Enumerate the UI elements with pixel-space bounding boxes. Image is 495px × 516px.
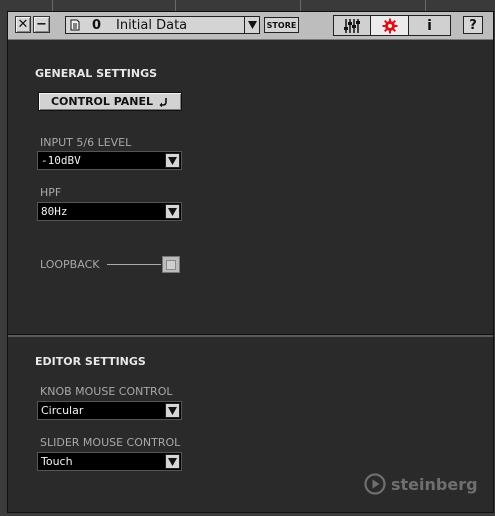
toolbar: ✕ − 0 Initial Data STORE i ? [8, 12, 493, 40]
steinberg-logo-text: steinberg [391, 474, 478, 494]
steinberg-logo: steinberg [364, 473, 478, 495]
info-icon: i [427, 17, 432, 34]
mixer-icon [344, 18, 360, 33]
steinberg-logo-icon [364, 473, 386, 495]
view-tabs: i [333, 15, 451, 36]
chevron-down-icon [247, 21, 257, 29]
tab-settings[interactable] [371, 16, 409, 35]
chevron-down-icon [168, 207, 177, 216]
input-level-value: -10dBV [41, 154, 81, 167]
preset-number: 0 [92, 18, 102, 33]
knob-mouse-control-label: KNOB MOUSE CONTROL [40, 385, 173, 398]
editor-settings-title: EDITOR SETTINGS [35, 355, 146, 368]
background-strip [0, 0, 495, 11]
input-level-label: INPUT 5/6 LEVEL [40, 136, 132, 149]
background-tick [425, 0, 426, 11]
preset-name: Initial Data [116, 18, 188, 33]
settings-window: ✕ − 0 Initial Data STORE i ? GENERAL SET… [7, 11, 494, 513]
preset-selector[interactable]: 0 Initial Data [65, 16, 260, 34]
dropdown-arrow [165, 153, 180, 168]
control-panel-button[interactable]: CONTROL PANEL [38, 92, 182, 111]
close-button[interactable]: ✕ [15, 16, 31, 33]
hpf-value: 80Hz [41, 205, 68, 218]
section-divider [8, 334, 493, 337]
knob-mouse-control-dropdown[interactable]: Circular [37, 401, 182, 420]
loopback-connector [107, 264, 161, 265]
background-tick [52, 0, 53, 11]
tab-info[interactable]: i [409, 16, 450, 35]
knob-mouse-control-value: Circular [41, 404, 84, 417]
loopback-label: LOOPBACK [40, 258, 100, 271]
chevron-down-icon [168, 406, 177, 415]
help-icon: ? [469, 17, 477, 33]
slider-mouse-control-value: Touch [41, 455, 73, 468]
chevron-down-icon [168, 156, 177, 165]
hpf-dropdown[interactable]: 80Hz [37, 202, 182, 221]
hpf-label: HPF [40, 186, 62, 199]
minimize-button[interactable]: − [33, 16, 50, 33]
tab-mixer[interactable] [334, 16, 371, 35]
background-tick [175, 0, 176, 11]
general-settings-title: GENERAL SETTINGS [35, 67, 158, 80]
gear-icon [382, 18, 397, 33]
help-button[interactable]: ? [463, 16, 483, 34]
close-icon: ✕ [17, 17, 29, 32]
checkbox-indicator [166, 259, 176, 270]
control-panel-label: CONTROL PANEL [50, 95, 154, 108]
dropdown-arrow [165, 204, 180, 219]
loopback-checkbox[interactable] [162, 256, 180, 273]
input-level-dropdown[interactable]: -10dBV [37, 151, 182, 170]
store-button[interactable]: STORE [264, 17, 299, 33]
dropdown-arrow [165, 454, 180, 469]
return-arrow-icon [159, 97, 167, 107]
slider-mouse-control-label: SLIDER MOUSE CONTROL [40, 436, 181, 449]
document-icon [70, 19, 80, 31]
minimize-icon: − [36, 17, 47, 32]
chevron-down-icon [168, 457, 177, 466]
background-tick [300, 0, 301, 11]
dropdown-arrow [165, 403, 180, 418]
preset-dropdown-button[interactable] [244, 16, 260, 34]
slider-mouse-control-dropdown[interactable]: Touch [37, 452, 182, 471]
